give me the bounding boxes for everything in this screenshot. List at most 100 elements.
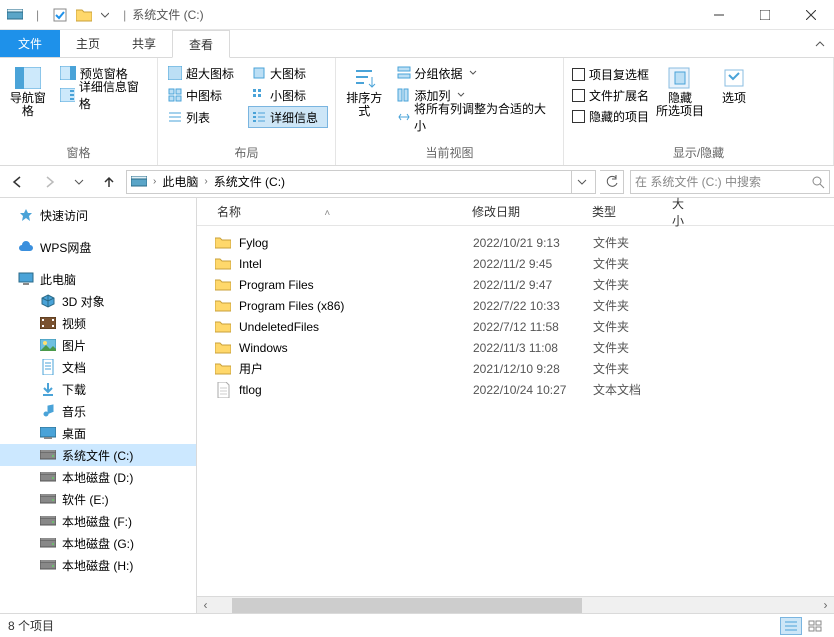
tab-file[interactable]: 文件: [0, 30, 60, 57]
sidebar-item[interactable]: 桌面: [0, 422, 196, 444]
groupby-button[interactable]: 分组依据: [393, 62, 558, 84]
folder-icon[interactable]: [75, 6, 93, 24]
up-button[interactable]: [96, 169, 122, 195]
drive-icon[interactable]: [6, 6, 24, 24]
qat-dropdown-icon[interactable]: [99, 6, 111, 24]
search-icon[interactable]: [811, 175, 825, 189]
layout-large-icons[interactable]: 大图标: [248, 62, 328, 84]
pic-icon: [40, 337, 56, 353]
sidebar-item[interactable]: 图片: [0, 334, 196, 356]
file-date: 2022/10/21 9:13: [473, 236, 593, 250]
music-icon: [40, 403, 56, 419]
drive-icon: [40, 447, 56, 463]
refresh-button[interactable]: [600, 170, 624, 194]
qat-check-icon[interactable]: [51, 6, 69, 24]
divider: |: [36, 8, 39, 22]
file-row[interactable]: Program Files (x86)2022/7/22 10:33文件夹: [197, 295, 834, 316]
column-date[interactable]: 修改日期: [464, 203, 584, 220]
file-row[interactable]: ftlog2022/10/24 10:27文本文档: [197, 379, 834, 400]
sidebar-item[interactable]: 文档: [0, 356, 196, 378]
group-show-hide: 项目复选框 文件扩展名 隐藏的项目 隐藏 所选项目 选项 显示/隐藏: [564, 58, 834, 165]
options-button[interactable]: 选项: [711, 62, 757, 105]
search-input[interactable]: 在 系统文件 (C:) 中搜索: [630, 170, 830, 194]
tab-home[interactable]: 主页: [60, 30, 116, 57]
file-row[interactable]: Intel2022/11/2 9:45文件夹: [197, 253, 834, 274]
view-details-button[interactable]: [780, 617, 802, 635]
folder-icon: [213, 340, 233, 356]
pc-icon: [18, 271, 34, 287]
chevron-right-icon[interactable]: ›: [204, 176, 207, 187]
desk-icon: [40, 425, 56, 441]
sidebar-item[interactable]: 本地磁盘 (G:): [0, 532, 196, 554]
sidebar-this-pc[interactable]: 此电脑: [0, 268, 196, 290]
sidebar-item[interactable]: 视频: [0, 312, 196, 334]
file-list[interactable]: Fylog2022/10/21 9:13文件夹Intel2022/11/2 9:…: [197, 226, 834, 596]
file-row[interactable]: Program Files2022/11/2 9:47文件夹: [197, 274, 834, 295]
file-date: 2022/7/22 10:33: [473, 299, 593, 313]
view-large-icons-button[interactable]: [804, 617, 826, 635]
sidebar-item[interactable]: 系统文件 (C:): [0, 444, 196, 466]
doc-icon: [40, 359, 56, 375]
checkbox-item-checkboxes[interactable]: 项目复选框: [570, 64, 649, 85]
tab-share[interactable]: 共享: [116, 30, 172, 57]
forward-button[interactable]: [35, 169, 62, 195]
scrollbar-thumb[interactable]: [232, 598, 582, 613]
back-button[interactable]: [4, 169, 31, 195]
file-row[interactable]: UndeletedFiles2022/7/12 11:58文件夹: [197, 316, 834, 337]
layout-list[interactable]: 列表: [164, 106, 248, 128]
column-type[interactable]: 类型: [584, 203, 664, 220]
file-row[interactable]: Fylog2022/10/21 9:13文件夹: [197, 232, 834, 253]
file-name: Program Files (x86): [239, 299, 473, 313]
address-dropdown[interactable]: [571, 171, 591, 193]
file-row[interactable]: 用户2021/12/10 9:28文件夹: [197, 358, 834, 379]
column-size[interactable]: 大小: [664, 195, 694, 229]
sidebar-item[interactable]: 本地磁盘 (D:): [0, 466, 196, 488]
sidebar-item[interactable]: 音乐: [0, 400, 196, 422]
horizontal-scrollbar[interactable]: ‹ ›: [197, 596, 834, 613]
body: 快速访问 WPS网盘 此电脑 3D 对象视频图片文档下载音乐桌面系统文件 (C:…: [0, 198, 834, 613]
checkbox-file-extensions[interactable]: 文件扩展名: [570, 85, 649, 106]
dl-icon: [40, 381, 56, 397]
column-name[interactable]: 名称 ˄: [209, 203, 464, 220]
layout-xl-icons[interactable]: 超大图标: [164, 62, 248, 84]
ribbon-collapse-button[interactable]: [814, 30, 834, 57]
navigation-pane[interactable]: 快速访问 WPS网盘 此电脑 3D 对象视频图片文档下载音乐桌面系统文件 (C:…: [0, 198, 197, 613]
sidebar-item[interactable]: 3D 对象: [0, 290, 196, 312]
sidebar-item[interactable]: 本地磁盘 (H:): [0, 554, 196, 576]
drive-icon: [131, 176, 147, 188]
layout-details[interactable]: 详细信息: [248, 106, 328, 128]
file-row[interactable]: Windows2022/11/3 11:08文件夹: [197, 337, 834, 358]
maximize-button[interactable]: [742, 0, 788, 30]
column-headers[interactable]: 名称 ˄ 修改日期 类型 大小: [197, 198, 834, 226]
file-date: 2021/12/10 9:28: [473, 362, 593, 376]
sort-button[interactable]: 排序方式: [342, 62, 387, 118]
sidebar-item[interactable]: 本地磁盘 (F:): [0, 510, 196, 532]
nav-pane-button[interactable]: 导航窗格: [6, 62, 50, 118]
breadcrumb-box[interactable]: › 此电脑 › 系统文件 (C:): [126, 170, 596, 194]
scroll-right-icon[interactable]: ›: [817, 597, 834, 614]
close-button[interactable]: [788, 0, 834, 30]
sidebar-item[interactable]: 下载: [0, 378, 196, 400]
autofit-columns-button[interactable]: 将所有列调整为合适的大小: [393, 106, 558, 128]
scroll-left-icon[interactable]: ‹: [197, 597, 214, 614]
hide-selected-button[interactable]: 隐藏 所选项目: [655, 62, 705, 118]
file-name: Program Files: [239, 278, 473, 292]
recent-dropdown[interactable]: [66, 169, 92, 195]
sidebar-quick-access[interactable]: 快速访问: [0, 204, 196, 226]
crumb-this-pc[interactable]: 此电脑: [162, 173, 198, 190]
layout-medium-icons[interactable]: 中图标: [164, 84, 248, 106]
divider: |: [123, 8, 126, 22]
file-type: 文件夹: [593, 318, 693, 335]
sidebar-wps[interactable]: WPS网盘: [0, 236, 196, 258]
minimize-button[interactable]: [696, 0, 742, 30]
details-pane-button[interactable]: 详细信息窗格: [56, 84, 151, 106]
tab-view[interactable]: 查看: [172, 30, 230, 58]
folder-icon: [213, 361, 233, 377]
sidebar-item[interactable]: 软件 (E:): [0, 488, 196, 510]
folder-icon: [213, 235, 233, 251]
layout-small-icons[interactable]: 小图标: [248, 84, 328, 106]
chevron-right-icon[interactable]: ›: [153, 176, 156, 187]
3d-icon: [40, 293, 56, 309]
checkbox-hidden-items[interactable]: 隐藏的项目: [570, 106, 649, 127]
crumb-location[interactable]: 系统文件 (C:): [214, 173, 285, 190]
